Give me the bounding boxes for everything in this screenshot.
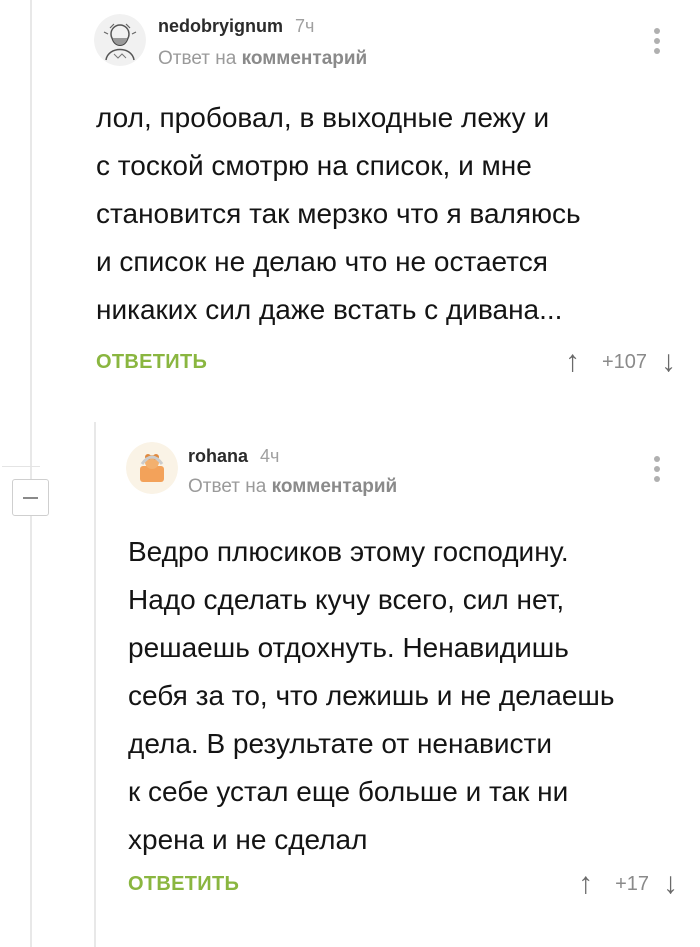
thread-line [30,0,32,947]
vote-controls: ↑ +17 ↓ [578,869,678,899]
reply-button[interactable]: ОТВЕТИТЬ [96,351,207,374]
comment-text: Ведро плюсиков этому господину. Надо сде… [128,536,615,855]
thread-divider [2,466,40,467]
upvote-icon[interactable]: ↑ [578,869,593,899]
vote-controls: ↑ +107 ↓ [565,347,676,377]
reply-to-target[interactable]: комментарий [242,48,368,69]
author-name[interactable]: rohana [188,446,248,467]
more-options-icon[interactable] [654,456,660,486]
comment-header: rohana 4ч [188,446,279,467]
upvote-icon[interactable]: ↑ [565,347,580,377]
rating-count: +107 [601,350,647,373]
user-avatar-icon [94,14,146,66]
comment-time[interactable]: 4ч [260,446,279,467]
reply-to-prefix: Ответ на [188,476,272,497]
comment-footer: ОТВЕТИТЬ ↑ +107 ↓ [96,342,676,382]
more-options-icon[interactable] [654,28,660,58]
collapse-thread-button[interactable] [12,479,49,516]
reply-to-target[interactable]: комментарий [272,476,398,497]
rating-count: +17 [615,872,649,895]
reply-to-link[interactable]: Ответ на комментарий [158,48,367,70]
user-avatar-icon [126,442,178,494]
avatar[interactable] [126,442,178,494]
comment-footer: ОТВЕТИТЬ ↑ +17 ↓ [128,864,678,904]
downvote-icon[interactable]: ↓ [663,869,678,899]
reply-button[interactable]: ОТВЕТИТЬ [128,873,239,896]
comment-text: лол, пробовал, в выходные лежу и с тоско… [96,102,581,325]
comment-header: nedobryignum 7ч [158,16,314,37]
avatar[interactable] [94,14,146,66]
reply-to-prefix: Ответ на [158,48,242,69]
comment-time[interactable]: 7ч [295,16,314,37]
reply-to-link[interactable]: Ответ на комментарий [188,476,397,498]
downvote-icon[interactable]: ↓ [661,347,676,377]
minus-icon [23,497,38,499]
nested-thread-line [94,422,96,947]
author-name[interactable]: nedobryignum [158,16,283,37]
